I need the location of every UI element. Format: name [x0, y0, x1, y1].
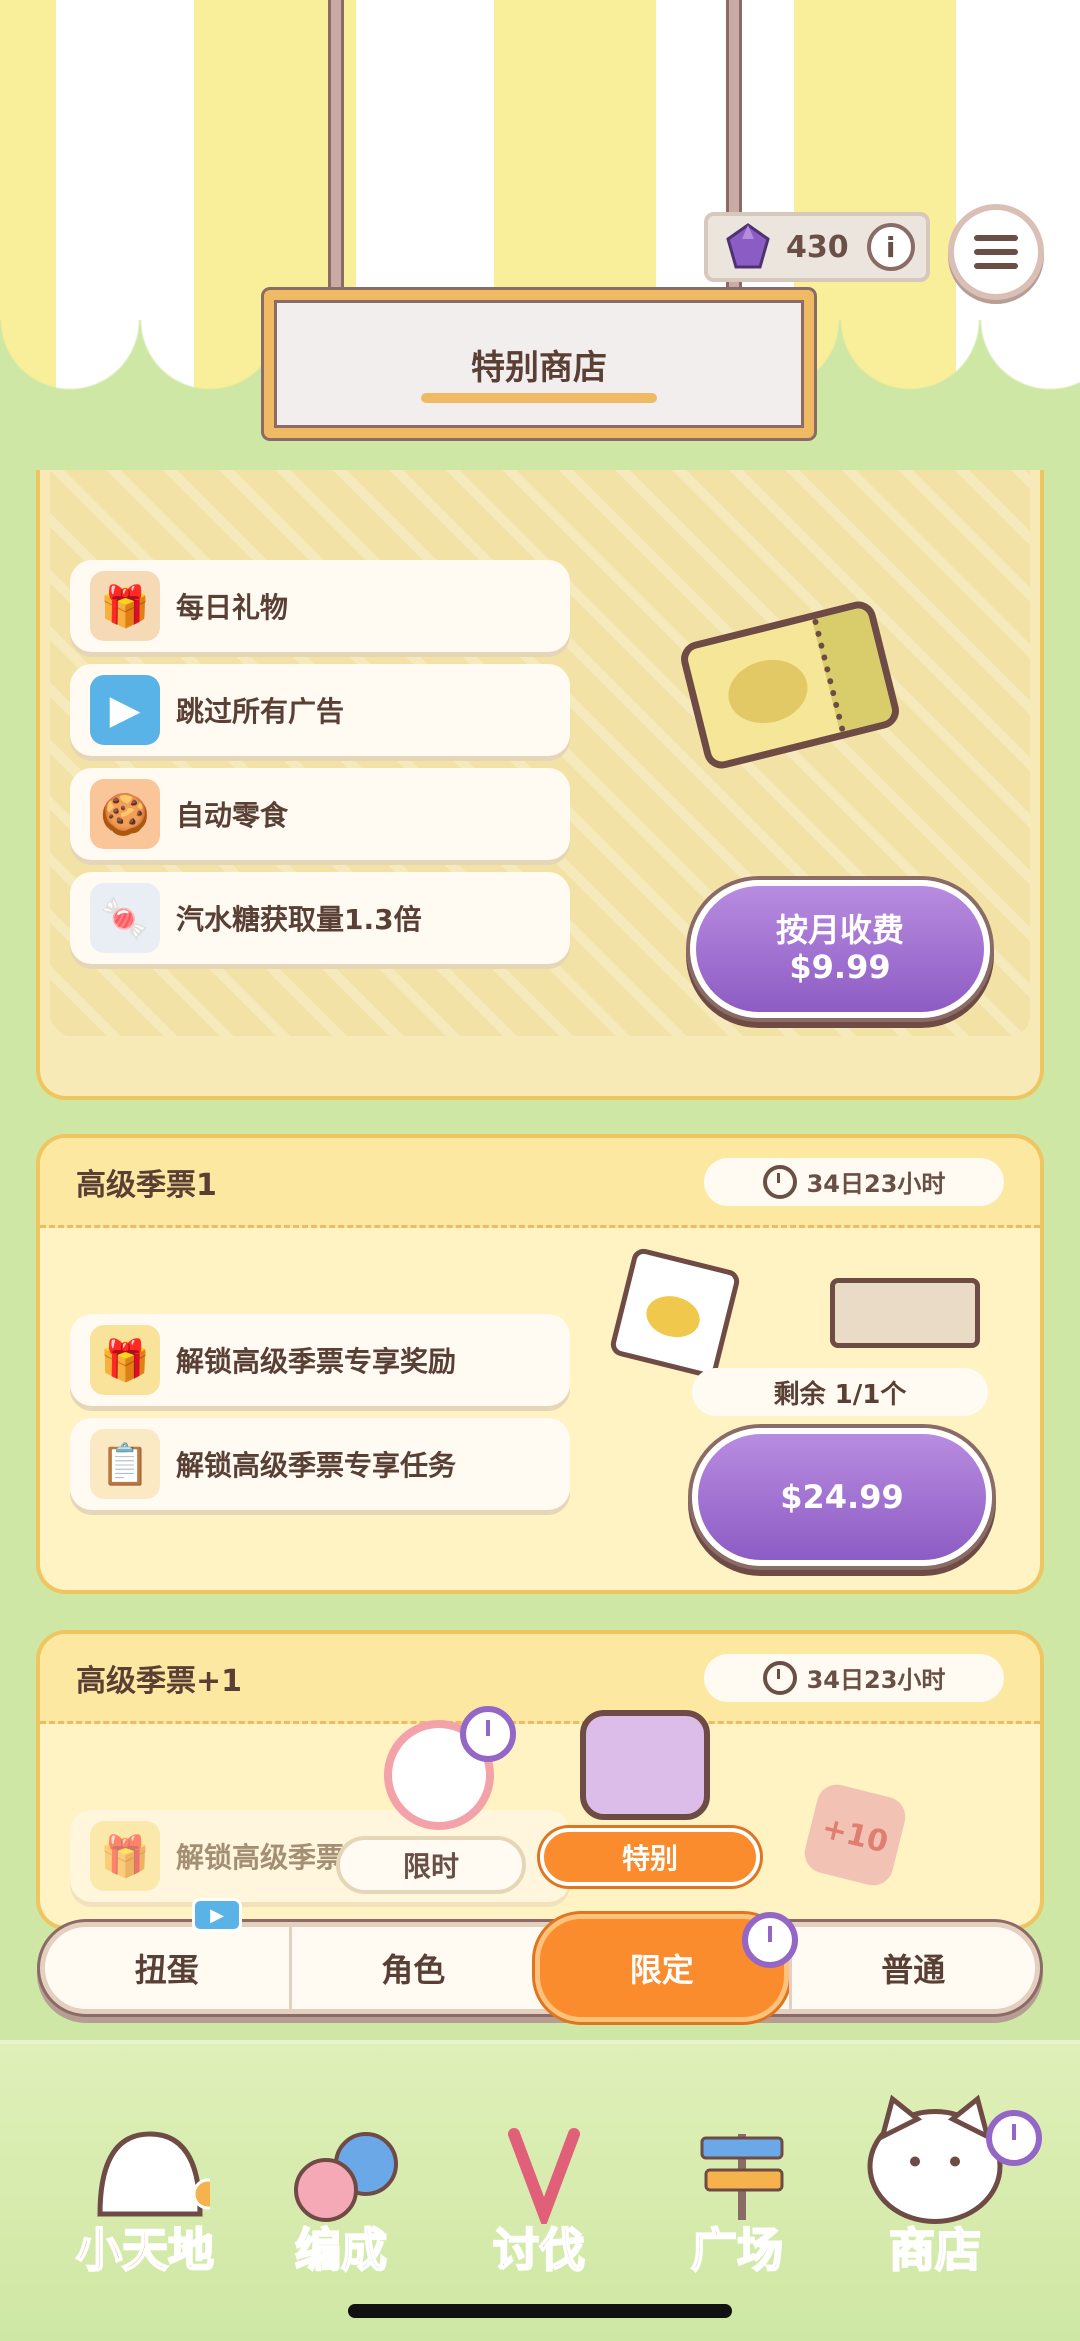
menu-icon: [974, 235, 1018, 241]
weapon-icon: [508, 2128, 580, 2224]
feature-auto-snack: 🍪 自动零食: [70, 768, 570, 860]
feature-exclusive-rewards: 🎁 解锁高级季票专享奖励: [70, 1314, 570, 1406]
card-header: 高级季票1 34日23小时: [40, 1138, 1040, 1228]
nav-formation[interactable]: 编成: [246, 2084, 436, 2304]
reward-box-icon: [830, 1278, 980, 1348]
page-title: 特别商店: [421, 340, 657, 403]
nav-subjugate[interactable]: 讨伐: [444, 2084, 634, 2304]
signpost-icon: [700, 2134, 784, 2220]
feature-candy-boost: 🍬 汽水糖获取量1.3倍: [70, 872, 570, 964]
stopwatch-icon: [460, 1706, 516, 1762]
feature-exclusive-tasks: 📋 解锁高级季票专享任务: [70, 1418, 570, 1510]
gem-counter: 430 i: [704, 212, 930, 282]
nav-label: 商店: [888, 2222, 982, 2278]
shop-tabbar: 扭蛋 角色 限定 普通: [40, 1914, 1040, 2022]
locked-gift-icon: 🎁: [90, 1821, 160, 1891]
feature-skip-ads: ▶ 跳过所有广告: [70, 664, 570, 756]
no-ads-icon: ▶: [90, 675, 160, 745]
subscribe-label: 按月收费: [775, 911, 904, 950]
card-title: 高级季票+1: [76, 1663, 243, 1699]
sign-rope-left: [328, 0, 344, 300]
menu-icon-line: [974, 249, 1018, 255]
gem-count: 430: [786, 229, 849, 265]
home-indicator: [348, 2304, 732, 2318]
tab-normal[interactable]: 普通: [788, 1927, 1036, 2009]
feature-label: 汽水糖获取量1.3倍: [176, 903, 422, 936]
bottom-navigation: 小天地 编成 讨伐 广场 商店: [0, 2040, 1080, 2341]
timer-text: 34日23小时: [806, 1666, 946, 1694]
premium-pass-plus-card: 高级季票+1 34日23小时 🎁 解锁高级季票: [36, 1630, 1044, 1930]
nav-label: 小天地: [75, 2222, 215, 2278]
feature-label: 解锁高级季票专享任务: [176, 1449, 457, 1482]
timer-icon: [762, 1164, 797, 1199]
timer-pill: 34日23小时: [704, 1157, 1004, 1206]
video-ad-icon: ▶: [192, 1898, 242, 1932]
card-title: 高级季票1: [76, 1167, 217, 1203]
subscribe-price: $9.99: [789, 948, 891, 986]
nav-label: 广场: [690, 2222, 784, 2278]
buy-pass-button[interactable]: $24.99: [692, 1428, 992, 1566]
feature-label: 自动零食: [176, 799, 289, 832]
pass-price: $24.99: [780, 1477, 904, 1516]
gift-calendar-icon: 🎁: [90, 571, 160, 641]
shop-sign: 特别商店: [264, 290, 814, 438]
team-icon: [294, 2132, 398, 2222]
locked-gift-icon: 🎁: [90, 1325, 160, 1395]
tab-gacha[interactable]: 扭蛋: [45, 1927, 289, 2009]
stopwatch-icon: [986, 2110, 1042, 2166]
menu-icon-line: [974, 263, 1018, 269]
feature-label: 每日礼物: [176, 591, 289, 624]
subscription-card: 🎁 每日礼物 ▶ 跳过所有广告 🍪 自动零食 🍬 汽水糖获取量1.3倍 按月收费…: [36, 470, 1044, 1100]
feature-daily-gift: 🎁 每日礼物: [70, 560, 570, 652]
filter-special-button[interactable]: 特别: [540, 1828, 760, 1886]
candy-boost-icon: 🍬: [90, 883, 160, 953]
calendar-icon: [608, 1246, 742, 1380]
monthly-subscribe-button[interactable]: 按月收费 $9.99: [690, 880, 990, 1018]
timer-text: 34日23小时: [806, 1170, 946, 1198]
special-pouch-icon: [580, 1710, 710, 1820]
feature-label: 解锁高级季票: [176, 1841, 345, 1874]
nav-plaza[interactable]: 广场: [642, 2084, 832, 2304]
auto-snack-icon: 🍪: [90, 779, 160, 849]
nav-label: 讨伐: [492, 2222, 586, 2278]
menu-button[interactable]: [948, 204, 1044, 300]
nav-my-space[interactable]: 小天地: [50, 2084, 240, 2304]
ticket-face: [721, 651, 815, 732]
premium-pass-card: 高级季票1 34日23小时 🎁 解锁高级季票专享奖励 📋 解锁高级季票专享任务 …: [36, 1134, 1044, 1594]
timer-pill: 34日23小时: [704, 1653, 1004, 1702]
info-button[interactable]: i: [866, 223, 915, 271]
gem-icon: [726, 223, 770, 269]
tab-character[interactable]: 角色: [288, 1927, 536, 2009]
cat-shopkeeper-icon: [867, 2094, 1003, 2224]
remaining-stock: 剩余 1/1个: [692, 1368, 988, 1416]
locked-task-icon: 📋: [90, 1429, 160, 1499]
nav-label: 编成: [294, 2222, 388, 2278]
igloo-icon: [97, 2131, 210, 2217]
stopwatch-icon: [742, 1912, 798, 1968]
feature-label: 跳过所有广告: [176, 695, 345, 728]
filter-limited-button[interactable]: 限时: [336, 1836, 526, 1894]
timer-icon: [762, 1660, 797, 1695]
card-header: 高级季票+1 34日23小时: [40, 1634, 1040, 1724]
feature-label: 解锁高级季票专享奖励: [176, 1345, 457, 1378]
